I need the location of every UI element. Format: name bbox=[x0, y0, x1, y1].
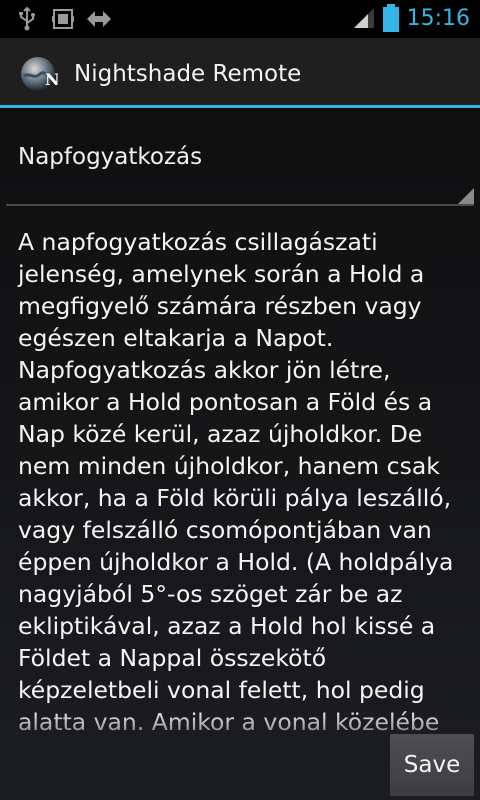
action-bar: N Nightshade Remote bbox=[0, 38, 480, 108]
topic-selector[interactable]: Napfogyatkozás bbox=[6, 126, 474, 206]
clock: 15:16 bbox=[406, 6, 470, 31]
sd-card-icon bbox=[52, 9, 74, 29]
topic-selector-value: Napfogyatkozás bbox=[18, 144, 203, 170]
battery-icon bbox=[383, 4, 399, 32]
app-title: Nightshade Remote bbox=[74, 61, 302, 87]
save-button[interactable]: Save bbox=[390, 734, 474, 796]
usb-icon bbox=[19, 7, 35, 31]
signal-icon bbox=[354, 8, 374, 28]
svg-text:N: N bbox=[45, 70, 58, 89]
screen: 15:16 N Nightshade Remote Napfogyatkozás… bbox=[0, 0, 480, 800]
topic-selector-underline bbox=[6, 204, 474, 206]
description-text: A napfogyatkozás csillagászati jelenség,… bbox=[18, 228, 454, 736]
status-bar: 15:16 bbox=[0, 0, 480, 38]
debug-arrows-icon bbox=[87, 11, 111, 27]
main-content: Napfogyatkozás A napfogyatkozás csillagá… bbox=[0, 108, 480, 800]
nightshade-logo-icon[interactable]: N bbox=[18, 54, 58, 94]
dropdown-arrow-icon bbox=[458, 188, 474, 204]
